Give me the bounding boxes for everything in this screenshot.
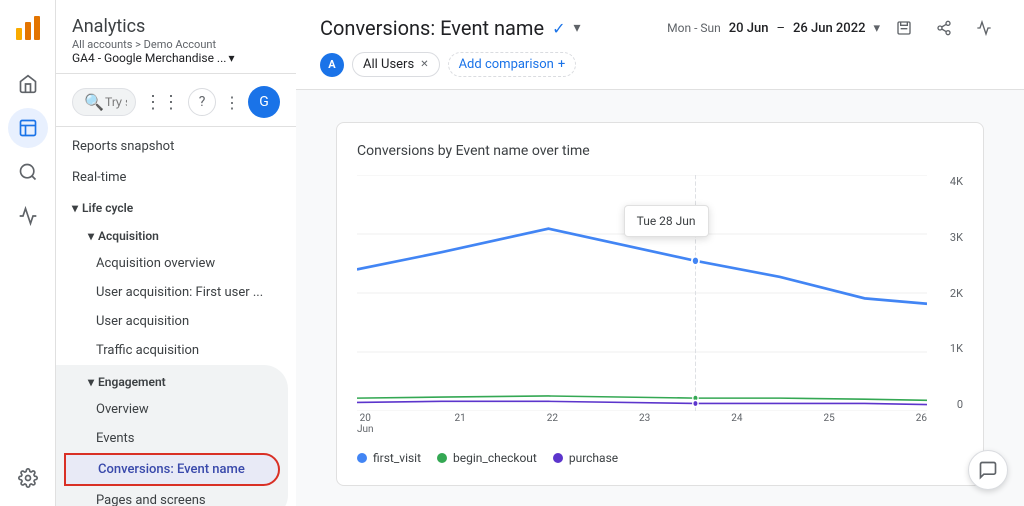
legend-dot-purchase (553, 453, 563, 463)
chart-area: 4K 3K 2K 1K 0 (357, 175, 963, 435)
x-label-24: 24 (731, 413, 742, 435)
search-input[interactable] (72, 88, 136, 116)
chart-legend: first_visit begin_checkout purchase (357, 443, 963, 465)
legend-dot-first-visit (357, 453, 367, 463)
search-icon: 🔍 (84, 93, 104, 112)
engagement-section[interactable]: ▾ Engagement (64, 369, 288, 395)
acquisition-overview-nav[interactable]: Acquisition overview (64, 249, 288, 278)
conversions-event-name-nav[interactable]: Conversions: Event name (64, 453, 280, 486)
add-comparison-button[interactable]: Add comparison + (448, 52, 577, 77)
x-label-20jun: 20Jun (357, 413, 374, 435)
verified-icon: ✓ (552, 19, 565, 38)
advertising-nav-icon[interactable] (8, 196, 48, 236)
topbar-apps-icon[interactable]: ⋮⋮ (144, 92, 180, 113)
topbar-more-icon[interactable]: ⋮ (224, 93, 240, 112)
y-label-0: 0 (957, 398, 963, 411)
explore-nav-icon[interactable] (8, 152, 48, 192)
reports-nav-icon[interactable] (8, 108, 48, 148)
user-avatar[interactable]: G (248, 86, 280, 118)
insights-icon[interactable] (968, 12, 1000, 44)
reports-snapshot-nav[interactable]: Reports snapshot (56, 131, 288, 162)
chart-title: Conversions by Event name over time (357, 143, 963, 159)
topbar-help-icon[interactable]: ? (188, 88, 216, 116)
account-name[interactable]: GA4 - Google Merchandise ... ▾ (72, 51, 280, 65)
date-range-dropdown[interactable]: ▾ (873, 21, 880, 36)
share-icon[interactable] (928, 12, 960, 44)
acquisition-section[interactable]: ▾ Acquisition (64, 223, 296, 249)
x-label-23: 23 (639, 413, 650, 435)
x-label-25: 25 (823, 413, 834, 435)
legend-begin-checkout[interactable]: begin_checkout (437, 451, 537, 465)
all-users-filter[interactable]: All Users ✕ (352, 52, 440, 77)
date-range-from: 20 Jun (729, 21, 769, 36)
app-title: Analytics (72, 16, 280, 37)
date-range-to: 26 Jun 2022 (793, 21, 865, 36)
home-nav-icon[interactable] (8, 64, 48, 104)
configure-nav-icon[interactable] (8, 458, 48, 498)
real-time-nav[interactable]: Real-time (56, 162, 288, 193)
title-dropdown-icon[interactable]: ▾ (573, 20, 580, 36)
life-cycle-section[interactable]: ▾ Life cycle (56, 193, 296, 223)
save-report-icon[interactable] (888, 12, 920, 44)
user-acquisition-nav[interactable]: User acquisition (64, 307, 288, 336)
traffic-acquisition-nav[interactable]: Traffic acquisition (64, 336, 288, 365)
app-logo (8, 8, 48, 48)
events-nav[interactable]: Events (64, 424, 280, 453)
date-range-label: Mon - Sun (667, 21, 721, 35)
x-label-22: 22 (547, 413, 558, 435)
y-label-4k: 4K (950, 175, 963, 188)
y-label-3k: 3K (950, 231, 963, 244)
legend-dot-begin-checkout (437, 453, 447, 463)
x-label-21: 21 (455, 413, 466, 435)
account-path: All accounts > Demo Account (72, 38, 280, 51)
chat-bubble-button[interactable] (968, 450, 1008, 490)
legend-purchase[interactable]: purchase (553, 451, 618, 465)
page-title: Conversions: Event name (320, 16, 544, 40)
y-label-1k: 1K (950, 342, 963, 355)
legend-first-visit[interactable]: first_visit (357, 451, 421, 465)
overview-nav[interactable]: Overview (64, 395, 280, 424)
filter-chip-icon: A (320, 53, 344, 77)
x-label-26: 26 (916, 413, 927, 435)
pages-and-screens-nav[interactable]: Pages and screens (64, 486, 280, 506)
user-acquisition-first-nav[interactable]: User acquisition: First user ... (64, 278, 288, 307)
y-label-2k: 2K (950, 287, 963, 300)
